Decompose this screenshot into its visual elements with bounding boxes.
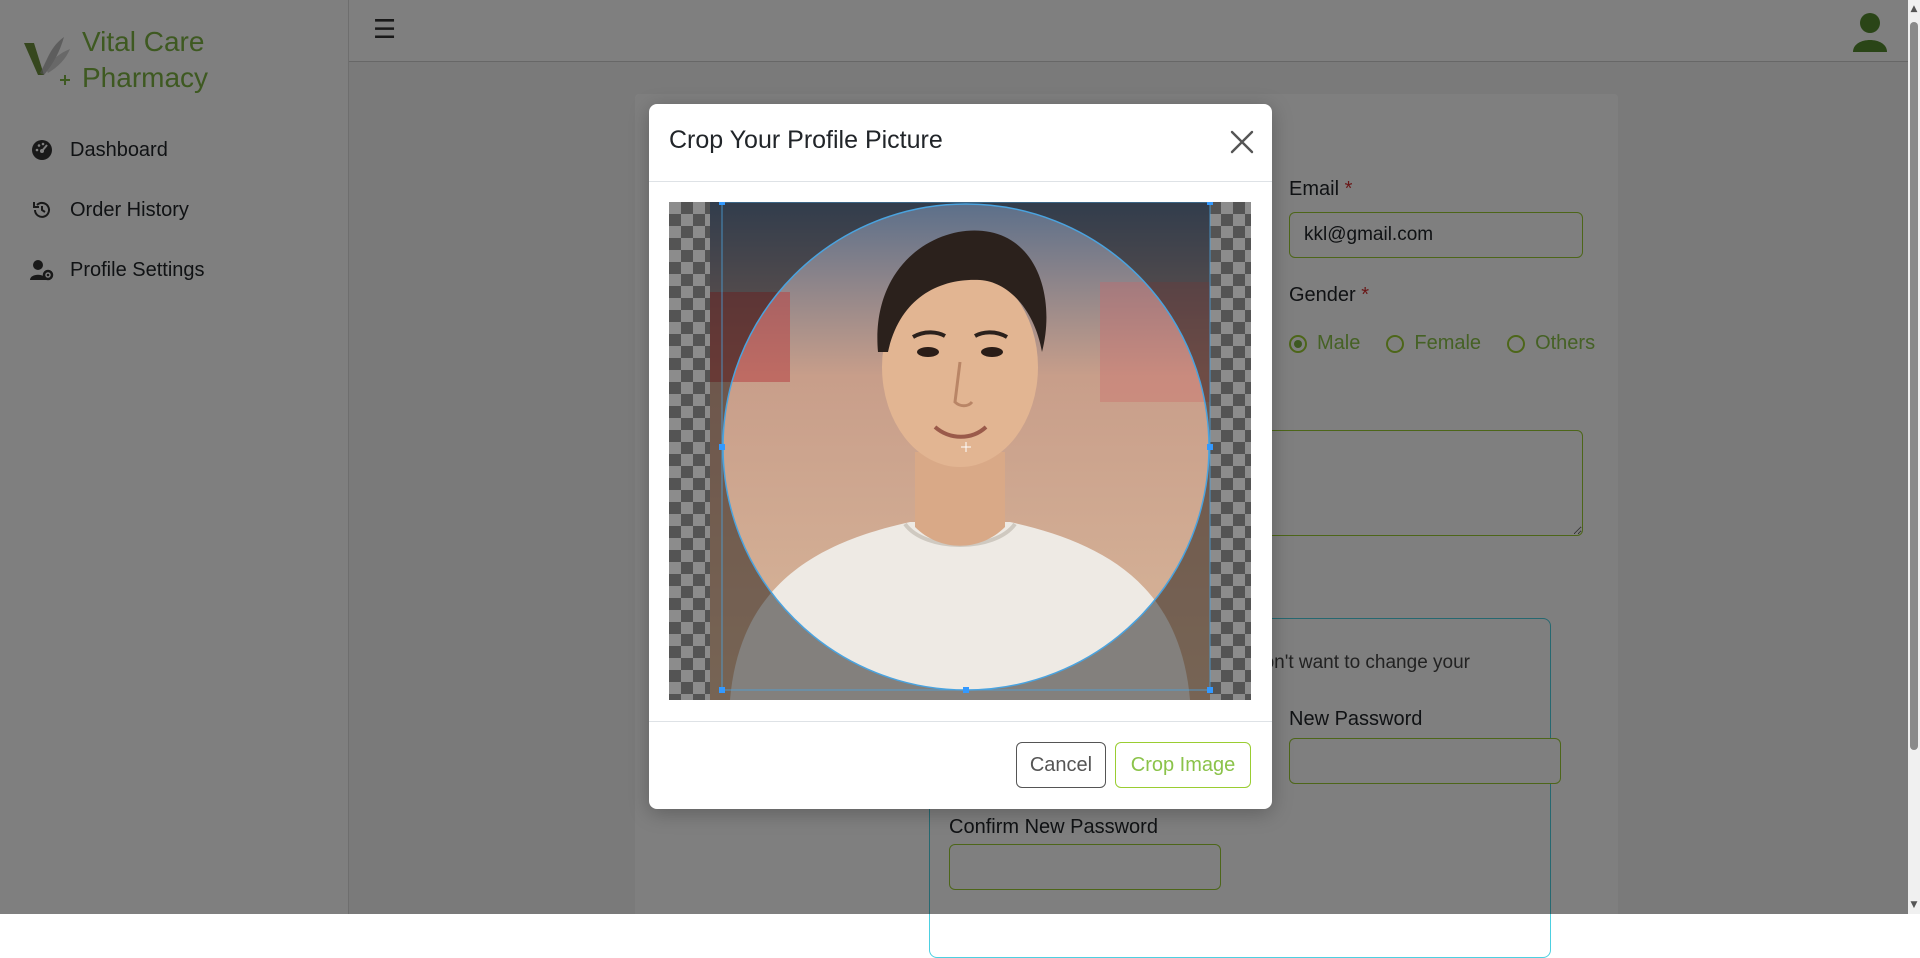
modal-body [649,182,1272,726]
scroll-up-arrow-icon[interactable]: ▲ [1908,2,1920,16]
scrollbar-thumb[interactable] [1910,22,1918,750]
crop-modal: Crop Your Profile Picture Cancel Crop Im… [649,104,1272,809]
crop-image-button[interactable]: Crop Image [1115,742,1251,788]
modal-header: Crop Your Profile Picture [649,104,1272,182]
close-icon[interactable] [1228,128,1256,156]
modal-title: Crop Your Profile Picture [669,126,943,154]
scroll-down-arrow-icon[interactable]: ▼ [1908,898,1920,912]
modal-footer: Cancel Crop Image [649,721,1272,809]
crop-mask [669,202,1251,700]
page-scrollbar[interactable]: ▲ ▼ [1908,0,1920,914]
image-cropper[interactable] [669,202,1251,700]
cancel-button[interactable]: Cancel [1016,742,1106,788]
